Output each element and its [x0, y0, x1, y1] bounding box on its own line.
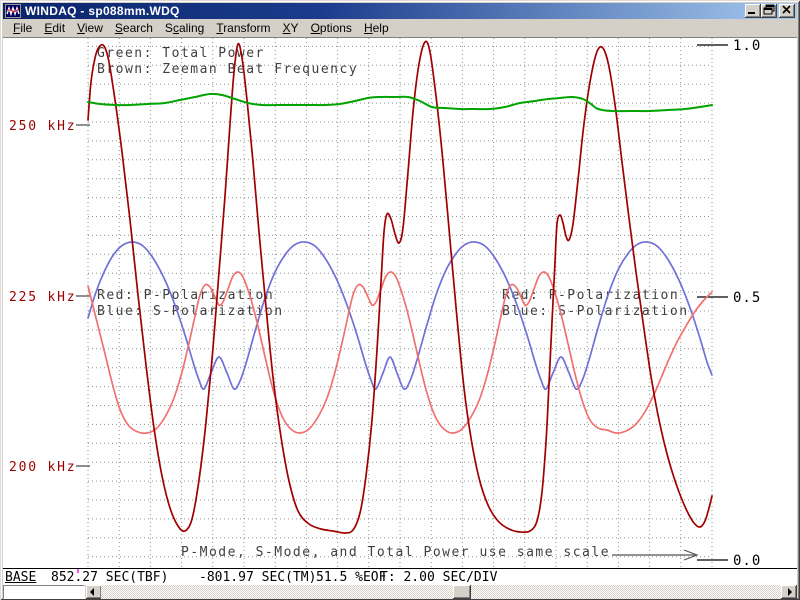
status-bar: BASE 852.27 SEC(TBF) -801.97 SEC(TM)51.5 %…	[3, 568, 797, 585]
menu-item-options[interactable]: Options	[305, 19, 358, 37]
left-axis-label: 200 kHz	[9, 460, 76, 475]
plot-annotation: Brown: Zeeman Beat Frequency	[97, 62, 358, 77]
right-axis-label: 0.5	[733, 290, 761, 306]
app-icon	[5, 4, 21, 18]
plot-svg: 250 kHz225 kHz200 kHz1.00.50.0Green: Tot…	[3, 38, 797, 568]
plot-annotation: Blue: S-Polarization	[502, 304, 689, 319]
right-axis-label: 1.0	[733, 38, 761, 54]
event-marker	[77, 569, 79, 573]
restore-button[interactable]	[761, 4, 777, 18]
scrollbar-track[interactable]	[101, 585, 781, 599]
scroll-right-button[interactable]	[781, 585, 797, 599]
scrollbar-thumb[interactable]	[453, 585, 471, 599]
minimize-button[interactable]	[745, 4, 761, 18]
window-title: WINDAQ - sp088mm.WDQ	[25, 4, 745, 18]
scroll-info-box	[3, 585, 85, 599]
plot-annotation: P-Mode, S-Mode, and Total Power use same…	[181, 545, 610, 560]
status-field: 51.5 %EOF	[316, 570, 386, 585]
menu-item-search[interactable]: Search	[109, 19, 159, 37]
title-bar[interactable]: WINDAQ - sp088mm.WDQ	[3, 3, 797, 19]
right-arrow-icon	[788, 588, 792, 596]
menu-item-edit[interactable]: Edit	[38, 19, 71, 37]
status-field: BASE	[5, 570, 36, 585]
menu-item-transform[interactable]: Transform	[210, 19, 276, 37]
menu-item-help[interactable]: Help	[358, 19, 395, 37]
right-axis-label: 0.0	[733, 553, 761, 568]
close-button[interactable]	[779, 4, 795, 18]
menu-item-view[interactable]: View	[71, 19, 109, 37]
status-field: T: 2.00 SEC/DIV	[380, 570, 497, 585]
menu-item-scaling[interactable]: Scaling	[159, 19, 210, 37]
status-field: -801.97 SEC(TM)	[199, 570, 316, 585]
plot-annotation: Red: P-Polarization	[502, 288, 679, 303]
windaq-window: WINDAQ - sp088mm.WDQ FileEditViewSearchS…	[0, 0, 800, 600]
scroll-left-button[interactable]	[86, 585, 102, 599]
left-axis-label: 225 kHz	[9, 290, 76, 305]
menu-item-xy[interactable]: XY	[277, 19, 305, 37]
waveform-display[interactable]: 250 kHz225 kHz200 kHz1.00.50.0Green: Tot…	[3, 38, 797, 568]
status-field: 852.27 SEC(TBF)	[51, 570, 168, 585]
horizontal-scrollbar	[3, 585, 797, 599]
menu-item-file[interactable]: File	[7, 19, 38, 37]
left-arrow-icon	[90, 588, 94, 596]
menu-bar: FileEditViewSearchScalingTransformXYOpti…	[3, 19, 797, 38]
left-axis-label: 250 kHz	[9, 119, 76, 134]
